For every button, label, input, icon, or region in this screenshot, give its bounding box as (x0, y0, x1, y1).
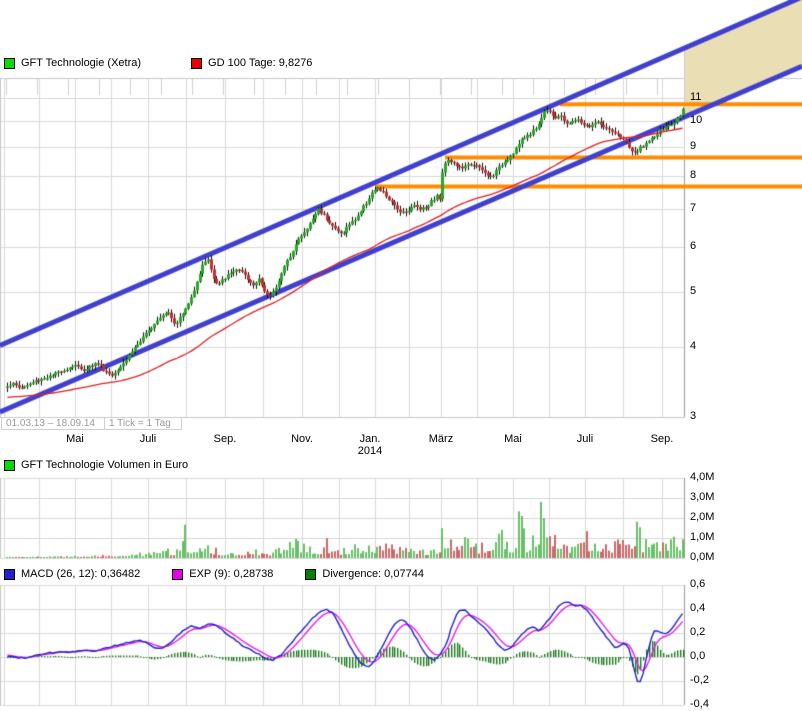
gd100-swatch-icon (191, 58, 202, 69)
macd-label: MACD (26, 12): 0,36482 (21, 568, 140, 580)
tick-unit-cell: 1 Tick = 1 Tag (104, 417, 182, 430)
price-axis-tick: 9 (690, 140, 696, 152)
x-axis-month-label: März (429, 433, 453, 445)
price-axis-tick: 8 (690, 169, 696, 181)
price-axis-tick: 10 (690, 114, 702, 126)
date-range-label: 01.03.13 – 18.09.14 (6, 418, 95, 429)
price-series-label: GFT Technologie (Xetra) (21, 57, 141, 69)
chart-canvas (0, 0, 802, 711)
price-axis-tick: 4 (690, 340, 696, 352)
x-axis-month-label: Juli (140, 433, 157, 445)
macd-swatch-icon (4, 569, 15, 580)
stock-chart: GFT Technologie (Xetra) GD 100 Tage: 9,8… (0, 0, 802, 711)
exp-label: EXP (9): 0,28738 (189, 568, 273, 580)
macd-legend: MACD (26, 12): 0,36482 EXP (9): 0,28738 … (4, 568, 424, 580)
macd-axis-tick: 0,6 (690, 578, 705, 590)
macd-axis-tick: -0,4 (690, 698, 709, 710)
divergence-swatch-icon (305, 569, 316, 580)
price-axis-tick: 3 (690, 410, 696, 422)
price-legend: GFT Technologie (Xetra) GD 100 Tage: 9,8… (4, 57, 312, 69)
volume-axis-tick: 1,0M (690, 531, 714, 543)
x-axis-year-label: 2014 (358, 445, 382, 457)
exp-swatch-icon (172, 569, 183, 580)
price-axis-tick: 5 (690, 285, 696, 297)
price-axis-tick: 6 (690, 240, 696, 252)
x-axis-month-label: Sep. (651, 433, 674, 445)
volume-axis-tick: 3,0M (690, 491, 714, 503)
x-axis-month-label: Mai (66, 433, 84, 445)
macd-axis-tick: -0,2 (690, 674, 709, 686)
divergence-label: Divergence: 0,07744 (322, 568, 424, 580)
volume-legend: GFT Technologie Volumen in Euro (4, 459, 188, 471)
volume-axis-tick: 0,0M (690, 551, 714, 563)
tick-unit-label: 1 Tick = 1 Tag (109, 418, 171, 429)
volume-axis-tick: 4,0M (690, 471, 714, 483)
volume-swatch-icon (4, 460, 15, 471)
price-axis-tick: 11 (690, 91, 701, 103)
price-axis-tick: 7 (690, 202, 696, 214)
x-axis-month-label: Mai (504, 433, 522, 445)
macd-axis-tick: 0,4 (690, 602, 705, 614)
price-series-swatch-icon (4, 58, 15, 69)
macd-axis-tick: 0,0 (690, 650, 705, 662)
x-axis-month-label: Jan. (360, 433, 381, 445)
date-range-cell: 01.03.13 – 18.09.14 (1, 417, 105, 430)
x-axis-month-label: Nov. (291, 433, 313, 445)
macd-axis-tick: 0,2 (690, 626, 705, 638)
volume-axis-tick: 2,0M (690, 511, 714, 523)
x-axis-month-label: Juli (577, 433, 594, 445)
gd100-label: GD 100 Tage: 9,8276 (208, 57, 312, 69)
x-axis-month-label: Sep. (214, 433, 237, 445)
volume-title: GFT Technologie Volumen in Euro (21, 459, 188, 471)
